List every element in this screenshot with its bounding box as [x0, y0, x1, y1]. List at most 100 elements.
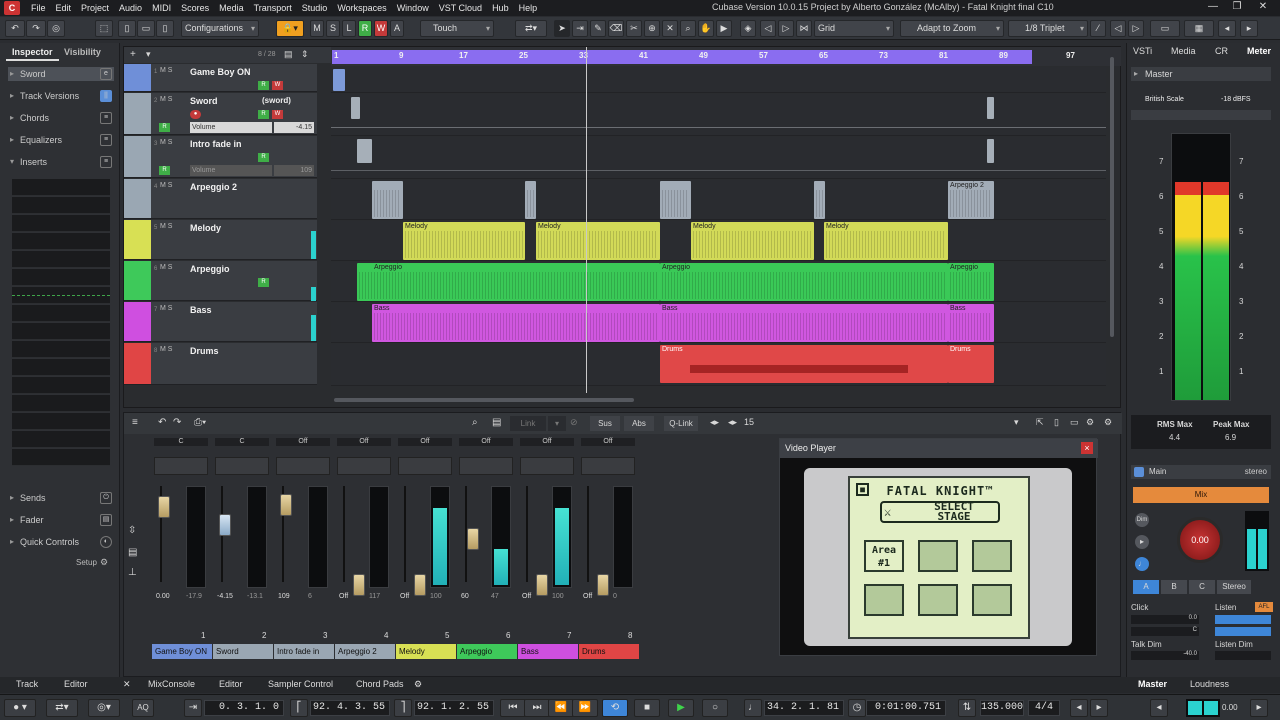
layout-icon[interactable]: ▯: [1054, 417, 1059, 428]
undo-mix-icon[interactable]: ↶: [158, 417, 166, 428]
mute-solo-buttons[interactable]: M S: [160, 346, 172, 353]
right-locator-icon[interactable]: ⎤: [394, 699, 412, 717]
tab-meter[interactable]: Meter: [1247, 46, 1271, 56]
inspector-track-name[interactable]: Sword e: [8, 67, 114, 81]
absolute-button[interactable]: Abs: [624, 416, 654, 431]
insert-slot[interactable]: [12, 197, 110, 214]
channel-nav-right-icon[interactable]: ◂▸: [728, 417, 737, 428]
mute-solo-panel[interactable]: [520, 457, 574, 475]
mute-solo-panel[interactable]: [459, 457, 513, 475]
section-chords[interactable]: Chords ≡: [8, 111, 114, 125]
record-mode-icon[interactable]: ● ▾: [4, 699, 36, 717]
menu-workspaces[interactable]: Workspaces: [332, 3, 391, 13]
clip-arpeggio-2[interactable]: [660, 181, 691, 219]
marker-icon[interactable]: ▸: [1090, 699, 1108, 717]
maximize-button[interactable]: ❐: [1226, 1, 1248, 12]
gear-icon[interactable]: ⚙: [100, 557, 108, 568]
volume-fader[interactable]: [280, 494, 292, 516]
iterative-q-icon[interactable]: ◁: [1110, 20, 1126, 37]
section-fader[interactable]: Fader ▤: [8, 513, 114, 527]
menu-hub[interactable]: Hub: [487, 3, 514, 13]
mute-solo-panel[interactable]: [398, 457, 452, 475]
go-to-start-icon[interactable]: ⏮: [500, 699, 526, 717]
read-button[interactable]: R: [258, 278, 269, 287]
rewind-icon[interactable]: ⏪: [548, 699, 574, 717]
write-button[interactable]: W: [272, 81, 283, 90]
menu-media[interactable]: Media: [214, 3, 249, 13]
pan-control[interactable]: Off: [459, 438, 513, 446]
menu-window[interactable]: Window: [392, 3, 434, 13]
minimize-button[interactable]: —: [1202, 1, 1224, 12]
mixer-icon[interactable]: ▦: [1184, 20, 1214, 37]
insert-slot[interactable]: [12, 395, 110, 412]
meter-mode-icon[interactable]: ▤: [128, 547, 137, 558]
detach-icon[interactable]: ⇱: [1036, 417, 1044, 428]
configurations-dropdown[interactable]: Configurations: [181, 20, 259, 37]
right-locator-field[interactable]: 92. 1. 2. 55: [414, 700, 494, 716]
setup-label[interactable]: Setup: [76, 558, 97, 567]
mute-solo-buttons[interactable]: M S: [160, 182, 172, 189]
menu-edit[interactable]: Edit: [51, 3, 77, 13]
insert-slot[interactable]: [12, 251, 110, 268]
link-fader-icon[interactable]: ⊥: [128, 567, 137, 578]
pan-control[interactable]: Off: [581, 438, 635, 446]
automation-line[interactable]: [331, 170, 1106, 171]
section-inserts[interactable]: Inserts ≡: [8, 155, 114, 169]
write-all-button[interactable]: W: [374, 20, 388, 37]
read-button[interactable]: R: [258, 81, 269, 90]
cursor-icon[interactable]: ◂: [1218, 20, 1236, 37]
window-layout-icon[interactable]: ▾: [1014, 417, 1019, 428]
listen-level[interactable]: [1215, 615, 1271, 624]
section-track-versions[interactable]: Track Versions ||: [8, 89, 114, 103]
automation-parameter[interactable]: Volume: [190, 122, 272, 133]
mute-all-button[interactable]: M: [310, 20, 324, 37]
unlink-icon[interactable]: ⊘: [570, 417, 578, 428]
mix-button[interactable]: Mix: [1133, 487, 1269, 503]
visibility-icon[interactable]: ▤: [284, 49, 293, 60]
automation-button[interactable]: A: [390, 20, 404, 37]
track-header-bass[interactable]: 7 M S Bass: [124, 302, 317, 342]
insert-slot[interactable]: [12, 305, 110, 322]
insert-slot[interactable]: [12, 413, 110, 430]
secondary-time-display[interactable]: 0:01:00.751: [866, 700, 946, 716]
clip-game-boy-on[interactable]: [333, 69, 345, 91]
section-sends[interactable]: Sends ⏻: [8, 491, 114, 505]
click-pan[interactable]: C: [1131, 627, 1199, 636]
lower-zone-icon[interactable]: ▭: [137, 20, 155, 37]
lane[interactable]: Arpeggio 2: [331, 180, 1106, 220]
section-quick-controls[interactable]: Quick Controls ◐: [8, 535, 114, 549]
lane[interactable]: Arpeggio Arpeggio Arpeggio: [331, 262, 1106, 302]
channel-name[interactable]: Intro fade in: [274, 644, 334, 659]
automation-parameter[interactable]: Volume: [190, 165, 272, 176]
pan-control[interactable]: Off: [520, 438, 574, 446]
stop-icon[interactable]: ■: [634, 699, 660, 717]
volume-fader[interactable]: [158, 496, 170, 518]
right-zone-icon[interactable]: ▯: [156, 20, 174, 37]
track-header-game-boy-on[interactable]: 1 M S Game Boy ON R W: [124, 64, 317, 92]
channel-nav-left-icon[interactable]: ◂▸: [710, 417, 719, 428]
suspend-button[interactable]: Sus: [590, 416, 620, 431]
left-locator-icon[interactable]: ⎡: [290, 699, 308, 717]
listen-all-button[interactable]: L: [342, 20, 356, 37]
lane[interactable]: Drums Drums: [331, 344, 1106, 386]
primary-time-display[interactable]: 34. 2. 1. 81: [764, 700, 844, 716]
track-header-melody[interactable]: 5 M S Melody: [124, 220, 317, 260]
clip-arpeggio[interactable]: Arpeggio: [948, 263, 994, 301]
insert-slot[interactable]: [12, 215, 110, 232]
auto-scroll-icon[interactable]: ⇄▾: [515, 20, 547, 37]
tab-sampler-control[interactable]: Sampler Control: [268, 679, 333, 689]
constrain-delay-icon[interactable]: ◎: [47, 20, 65, 37]
sync-icon[interactable]: ◂: [1070, 699, 1088, 717]
tab-media[interactable]: Media: [1171, 46, 1196, 56]
lane[interactable]: Bass Bass Bass: [331, 303, 1106, 343]
undo-icon[interactable]: ↶: [5, 20, 25, 37]
menu-audio[interactable]: Audio: [114, 3, 147, 13]
clip-melody[interactable]: Melody: [824, 222, 948, 260]
clip-arpeggio-2[interactable]: [525, 181, 536, 219]
clip-melody[interactable]: Melody: [536, 222, 660, 260]
close-window-button[interactable]: ✕: [1252, 1, 1274, 12]
track-header-intro-fade-in[interactable]: 3 M S Intro fade in R R Volume 109: [124, 136, 317, 178]
menu-scores[interactable]: Scores: [176, 3, 214, 13]
clip-intro-fade-in[interactable]: [987, 139, 994, 163]
clip-bass[interactable]: Bass: [372, 304, 660, 342]
